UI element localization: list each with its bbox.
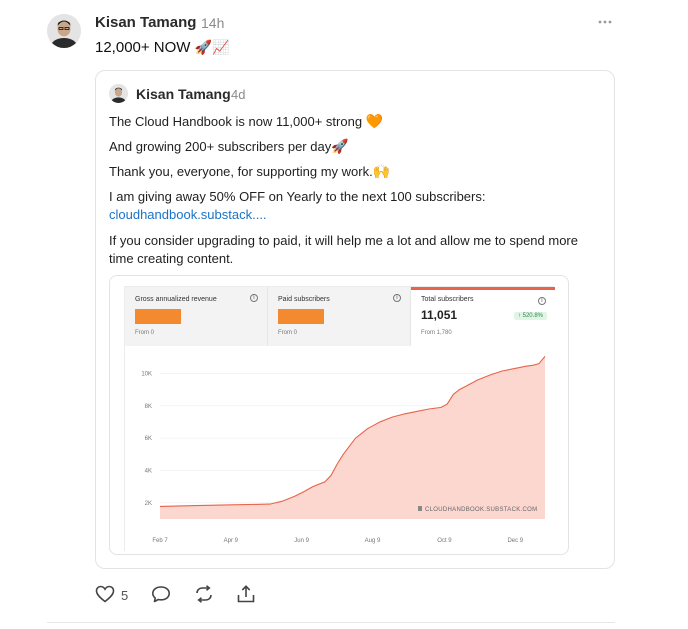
stat-from: From 0 [278, 330, 298, 336]
repost-icon [196, 585, 212, 603]
substack-logo-icon [418, 506, 422, 511]
rocket-chart-emoji: 🚀📈 [194, 40, 230, 56]
y-tick-label: 8K [145, 404, 152, 410]
post-divider [47, 622, 615, 623]
author-avatar[interactable] [47, 14, 81, 48]
quote-line-3-text: Thank you, everyone, for supporting my w… [109, 164, 373, 179]
share-button[interactable] [236, 585, 256, 608]
info-icon: i [393, 294, 401, 302]
comment-icon [152, 586, 170, 603]
stat-value: 11,051 [421, 308, 458, 322]
share-icon [237, 585, 255, 603]
post-text: 12,000+ NOW 🚀📈 [95, 39, 230, 56]
chart-watermark: CLOUDHANDBOOK.SUBSTACK.COM [425, 507, 537, 513]
quote-line-1: The Cloud Handbook is now 11,000+ strong… [109, 113, 609, 131]
redacted-value [278, 309, 324, 324]
info-icon: i [250, 294, 258, 302]
post-timestamp: 14h [201, 15, 225, 31]
x-tick-label: Aug 9 [365, 538, 381, 544]
x-tick-label: Feb 7 [152, 538, 168, 544]
heart-icon [95, 585, 115, 603]
subscribers-area [160, 356, 545, 519]
dashboard: Gross annualized revenue i From 0 Paid s… [124, 286, 555, 552]
y-tick-label: 4K [145, 468, 152, 474]
x-tick-label: Oct 9 [437, 538, 452, 544]
orange-heart-emoji: 🧡 [365, 114, 384, 130]
growth-badge: ↑ 520.8% [513, 312, 547, 320]
repost-button[interactable] [194, 585, 214, 608]
post-text-body: 12,000+ NOW [95, 39, 191, 56]
stat-paid-subscribers: Paid subscribers i From 0 [268, 287, 411, 346]
quote-line-5a: If you consider upgrading to paid, it wi… [109, 233, 578, 248]
stat-from: From 0 [135, 330, 155, 336]
like-button[interactable] [95, 585, 115, 608]
stat-label: Gross annualized revenue [135, 296, 217, 303]
raised-hands-emoji: 🙌 [372, 164, 391, 180]
quoted-timestamp: 4d [231, 87, 246, 102]
x-tick-label: Apr 9 [224, 538, 239, 544]
like-count: 5 [121, 588, 129, 603]
subscribers-chart: 2K 4K 6K 8K 10K Feb 7 Apr 9 Jun 9 Aug 9 Oct 9 Dec … [125, 346, 555, 552]
more-icon[interactable] [597, 15, 613, 29]
quote-line-3: Thank you, everyone, for supporting my w… [109, 163, 609, 181]
comment-button[interactable] [151, 585, 171, 608]
rocket-emoji: 🚀 [331, 139, 349, 155]
substack-link[interactable]: cloudhandbook.substack.... [109, 206, 609, 224]
x-tick-label: Jun 9 [294, 538, 309, 544]
stat-total-subscribers: Total subscribers i 11,051 ↑ 520.8% From… [411, 287, 555, 346]
chart-svg: 2K 4K 6K 8K 10K Feb 7 Apr 9 Jun 9 Aug 9 Oct 9 Dec … [141, 356, 546, 544]
stat-gross-revenue: Gross annualized revenue i From 0 [125, 287, 268, 346]
y-tick-label: 10K [141, 371, 152, 377]
quote-line-2-text: And growing 200+ subscribers per day [109, 139, 332, 154]
quoted-post-card[interactable]: Kisan Tamang 4d The Cloud Handbook is no… [95, 70, 615, 569]
y-tick-label: 6K [145, 436, 152, 442]
info-icon: i [538, 297, 546, 305]
quote-line-1-text: The Cloud Handbook is now 11,000+ strong [109, 114, 363, 129]
quote-line-5b: time creating content. [109, 251, 234, 266]
quote-line-2: And growing 200+ subscribers per day🚀 [109, 138, 609, 156]
quote-line-4: I am giving away 50% OFF on Yearly to th… [109, 189, 486, 204]
embedded-dashboard-image[interactable]: Gross annualized revenue i From 0 Paid s… [109, 275, 569, 555]
stat-from: From 1,780 [421, 330, 452, 336]
stat-label: Total subscribers [421, 296, 474, 303]
quoted-author-name[interactable]: Kisan Tamang [136, 86, 231, 102]
y-tick-label: 2K [145, 501, 152, 507]
x-tick-label: Dec 9 [507, 538, 523, 544]
redacted-value [135, 309, 181, 324]
stat-label: Paid subscribers [278, 296, 330, 303]
author-name[interactable]: Kisan Tamang [95, 14, 196, 31]
quoted-author-avatar[interactable] [109, 84, 128, 103]
